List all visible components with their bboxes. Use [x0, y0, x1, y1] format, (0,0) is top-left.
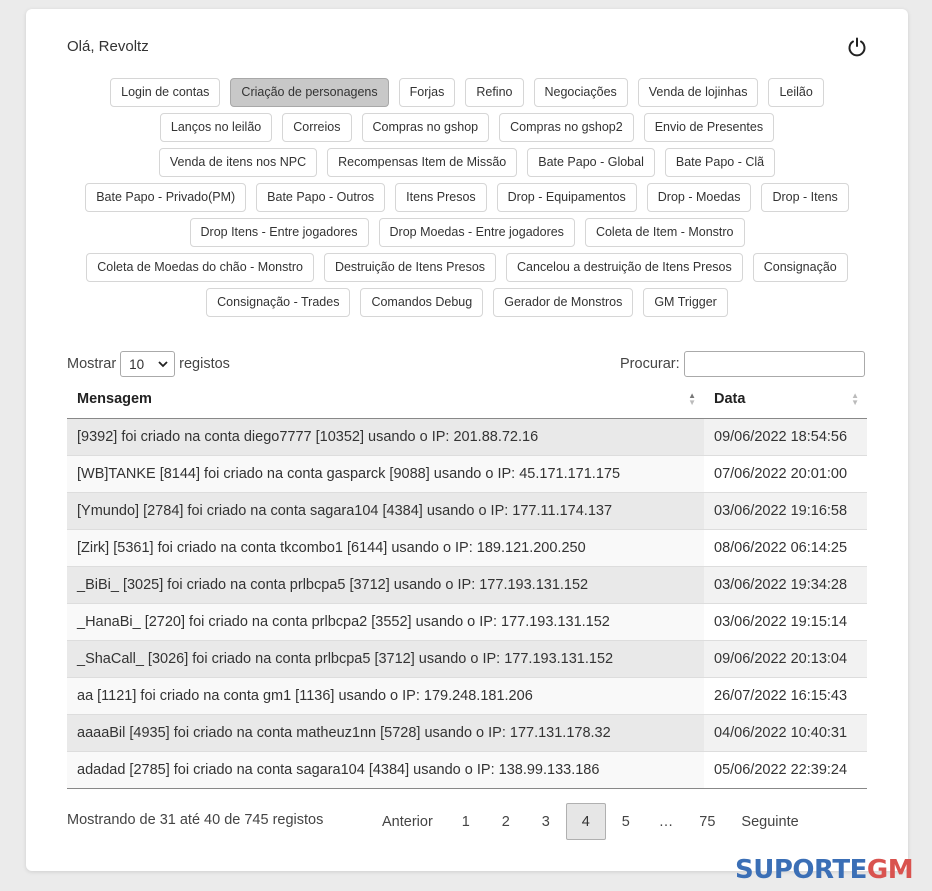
chevron-down-icon	[158, 360, 168, 367]
category-button[interactable]: Refino	[465, 78, 524, 107]
page-button[interactable]: 5	[606, 803, 646, 840]
column-header-date[interactable]: Data ▲ ▼	[704, 381, 867, 419]
category-button[interactable]: Envio de Presentes	[643, 113, 775, 142]
page-button[interactable]: 1	[446, 803, 486, 840]
cell-date: 09/06/2022 20:13:04	[704, 639, 867, 677]
category-button[interactable]: Consignação	[752, 253, 848, 282]
logs-table: Mensagem ▲ ▼ Data ▲ ▼ [9392] foi criado na…	[67, 381, 867, 789]
table-body: [9392] foi criado na conta diego7777 [10…	[67, 418, 867, 789]
table-row: aa [1121] foi criado na conta gm1 [1136]…	[67, 676, 867, 714]
category-button[interactable]: Drop - Equipamentos	[496, 183, 637, 212]
category-button[interactable]: Drop Moedas - Entre jogadores	[378, 218, 575, 247]
cell-date: 07/06/2022 20:01:00	[704, 454, 867, 492]
table-row: _BiBi_ [3025] foi criado na conta prlbcp…	[67, 565, 867, 603]
table-row: [Zirk] [5361] foi criado na conta tkcomb…	[67, 528, 867, 566]
category-button[interactable]: Negociações	[533, 78, 628, 107]
power-icon[interactable]	[846, 36, 868, 58]
main-card: Olá, Revoltz Login de contas Criação de p…	[26, 9, 908, 871]
table-row: _ShaCall_ [3026] foi criado na conta prl…	[67, 639, 867, 677]
cell-message: [WB]TANKE [8144] foi criado na conta gas…	[67, 454, 704, 492]
search-input[interactable]	[683, 351, 865, 377]
sort-icon: ▲ ▼	[688, 391, 696, 407]
category-button[interactable]: Comandos Debug	[360, 288, 484, 317]
category-button[interactable]: Correios	[282, 113, 352, 142]
page-length-value: 10	[129, 356, 145, 372]
search-control: Procurar:	[620, 351, 865, 377]
page-button[interactable]: 3	[526, 803, 566, 840]
category-button[interactable]: Leilão	[768, 78, 824, 107]
category-button[interactable]: Forjas	[398, 78, 456, 107]
cell-message: [9392] foi criado na conta diego7777 [10…	[67, 418, 704, 455]
table-row: adadad [2785] foi criado na conta sagara…	[67, 750, 867, 789]
cell-date: 03/06/2022 19:16:58	[704, 491, 867, 529]
cell-message: _HanaBi_ [2720] foi criado na conta prlb…	[67, 602, 704, 640]
category-button[interactable]: Bate Papo - Clã	[664, 148, 776, 177]
cell-message: aaaaBil [4935] foi criado na conta mathe…	[67, 713, 704, 751]
pagination-ellipsis: …	[658, 814, 674, 830]
search-label: Procurar:	[620, 356, 680, 372]
greeting: Olá, Revoltz	[67, 38, 149, 55]
page-button[interactable]: 4	[565, 803, 606, 840]
cell-date: 08/06/2022 06:14:25	[704, 528, 867, 566]
column-header-message[interactable]: Mensagem ▲ ▼	[67, 381, 704, 419]
category-button[interactable]: Bate Papo - Privado(PM)	[85, 183, 247, 212]
category-button[interactable]: Compras no gshop2	[499, 113, 634, 142]
length-suffix: registos	[179, 356, 230, 372]
category-button[interactable]: Consignação - Trades	[206, 288, 351, 317]
cell-message: [Ymundo] [2784] foi criado na conta saga…	[67, 491, 704, 529]
category-button[interactable]: Gerador de Monstros	[493, 288, 634, 317]
category-button[interactable]: Login de contas	[110, 78, 221, 107]
page-button[interactable]: 2	[486, 803, 526, 840]
category-button[interactable]: Venda de itens nos NPC	[158, 148, 318, 177]
category-button[interactable]: Venda de lojinhas	[637, 78, 759, 107]
cell-message: _ShaCall_ [3026] foi criado na conta prl…	[67, 639, 704, 677]
category-button[interactable]: GM Trigger	[643, 288, 728, 317]
table-row: [Ymundo] [2784] foi criado na conta saga…	[67, 491, 867, 529]
table-row: [9392] foi criado na conta diego7777 [10…	[67, 418, 867, 455]
next-page-button[interactable]: Seguinte	[728, 803, 811, 840]
category-button[interactable]: Recompensas Item de Missão	[327, 148, 518, 177]
cell-date: 03/06/2022 19:15:14	[704, 602, 867, 640]
table-row: aaaaBil [4935] foi criado na conta mathe…	[67, 713, 867, 751]
table-row: [WB]TANKE [8144] foi criado na conta gas…	[67, 454, 867, 492]
category-button[interactable]: Compras no gshop	[361, 113, 490, 142]
category-button[interactable]: Drop - Itens	[761, 183, 849, 212]
category-button[interactable]: Itens Presos	[395, 183, 487, 212]
sort-icon: ▲ ▼	[851, 391, 859, 407]
length-prefix: Mostrar	[67, 356, 117, 372]
cell-date: 05/06/2022 22:39:24	[704, 750, 867, 789]
category-button[interactable]: Cancelou a destruição de Itens Presos	[506, 253, 743, 282]
cell-message: _BiBi_ [3025] foi criado na conta prlbcp…	[67, 565, 704, 603]
cell-message: adadad [2785] foi criado na conta sagara…	[67, 750, 704, 789]
length-control: Mostrar 10 registos	[67, 351, 230, 377]
page-length-select[interactable]: 10	[120, 351, 176, 377]
watermark-logo: SUPORTEGM	[735, 855, 914, 885]
cell-date: 26/07/2022 16:15:43	[704, 676, 867, 714]
category-button[interactable]: Coleta de Moedas do chão - Monstro	[86, 253, 314, 282]
cell-message: [Zirk] [5361] foi criado na conta tkcomb…	[67, 528, 704, 566]
table-row: _HanaBi_ [2720] foi criado na conta prlb…	[67, 602, 867, 640]
category-button[interactable]: Coleta de Item - Monstro	[584, 218, 745, 247]
table-info: Mostrando de 31 até 40 de 745 registos	[67, 812, 324, 828]
page-button[interactable]: 75	[686, 803, 728, 840]
cell-date: 04/06/2022 10:40:31	[704, 713, 867, 751]
category-button[interactable]: Drop - Moedas	[646, 183, 752, 212]
pagination: Anterior 1 2 3 4 5 … 75 Seguinte	[369, 803, 812, 840]
cell-date: 09/06/2022 18:54:56	[704, 418, 867, 455]
log-category-buttons: Login de contas Criação de personagens For…	[76, 78, 858, 317]
category-button[interactable]: Destruição de Itens Presos	[323, 253, 497, 282]
category-button[interactable]: Criação de personagens	[230, 78, 389, 107]
category-button[interactable]: Bate Papo - Outros	[256, 183, 386, 212]
cell-message: aa [1121] foi criado na conta gm1 [1136]…	[67, 676, 704, 714]
category-button[interactable]: Bate Papo - Global	[527, 148, 655, 177]
previous-page-button[interactable]: Anterior	[369, 803, 446, 840]
cell-date: 03/06/2022 19:34:28	[704, 565, 867, 603]
category-button[interactable]: Lanços no leilão	[159, 113, 273, 142]
category-button[interactable]: Drop Itens - Entre jogadores	[189, 218, 369, 247]
